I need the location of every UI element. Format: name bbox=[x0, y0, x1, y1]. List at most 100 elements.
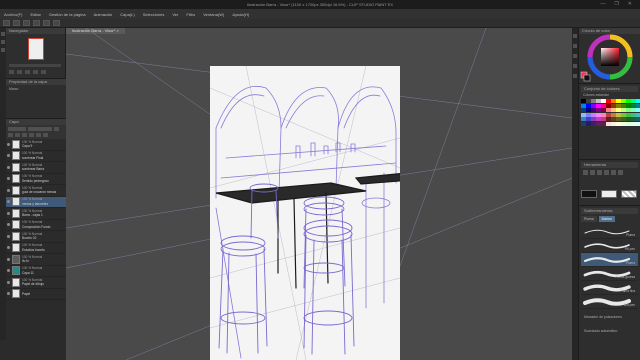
color-swatch[interactable] bbox=[581, 99, 586, 103]
color-swatch[interactable] bbox=[606, 99, 611, 103]
color-swatch[interactable] bbox=[611, 121, 616, 126]
layer-row[interactable]: 100 % Normal Estudios boceto bbox=[6, 243, 66, 254]
color-swatch[interactable] bbox=[596, 108, 601, 112]
color-swatch[interactable] bbox=[616, 99, 621, 103]
color-swatch[interactable] bbox=[601, 117, 606, 121]
maximize-button[interactable]: ❐ bbox=[614, 1, 618, 7]
color-swatch[interactable] bbox=[581, 103, 586, 108]
color-set-panel-icon[interactable] bbox=[573, 44, 577, 48]
color-swatch[interactable] bbox=[626, 99, 631, 103]
color-swatch[interactable] bbox=[621, 103, 626, 108]
zoom-slider[interactable] bbox=[9, 64, 61, 67]
color-swatch[interactable] bbox=[636, 103, 640, 108]
mask-icon[interactable] bbox=[22, 133, 27, 137]
layer-row[interactable]: 100 % Normal sombrear Final bbox=[6, 151, 66, 162]
canvas-area[interactable]: Ilustración Barra - Visor* × bbox=[66, 28, 572, 360]
color-swatch[interactable] bbox=[621, 108, 626, 112]
eye-icon[interactable] bbox=[7, 177, 10, 181]
color-set-name[interactable]: Colores estándar bbox=[581, 93, 638, 97]
open-file-icon[interactable] bbox=[13, 20, 20, 26]
tab-marker[interactable]: Marker bbox=[598, 216, 616, 222]
color-swatch[interactable] bbox=[631, 121, 636, 126]
color-swatch[interactable] bbox=[611, 112, 616, 117]
layer-row[interactable]: 100 % Normal Capa 9 bbox=[6, 139, 66, 151]
brush-item[interactable]: Pluma gruesa bbox=[581, 267, 638, 281]
menu-page-management[interactable]: Gestión de la página bbox=[49, 12, 86, 17]
eye-icon[interactable] bbox=[7, 234, 10, 238]
canvas-drawing[interactable] bbox=[66, 28, 572, 360]
blend-mode-select[interactable] bbox=[8, 127, 26, 131]
color-swatch[interactable] bbox=[591, 112, 596, 117]
pen-tool-icon[interactable] bbox=[583, 170, 588, 175]
color-wheel-panel-icon[interactable] bbox=[573, 34, 577, 38]
color-swatch[interactable] bbox=[606, 103, 611, 108]
color-swatch[interactable] bbox=[596, 103, 601, 108]
eye-icon[interactable] bbox=[7, 154, 10, 158]
color-swatch[interactable] bbox=[581, 108, 586, 112]
layer-row[interactable]: 100 % Normal sombrear Barra bbox=[6, 162, 66, 174]
layer-row[interactable]: 100 % Normal guía de cruzaron mesas bbox=[6, 185, 66, 197]
color-swatch[interactable] bbox=[621, 112, 626, 117]
fit-icon[interactable] bbox=[25, 70, 30, 74]
layer-row[interactable]: 100 % Normal mesas y taburetes bbox=[6, 196, 66, 208]
menu-help[interactable]: Ayuda(H) bbox=[232, 12, 249, 17]
undo-icon[interactable] bbox=[33, 20, 40, 26]
color-swatch[interactable] bbox=[611, 103, 616, 108]
color-swatch[interactable] bbox=[611, 117, 616, 121]
eye-icon[interactable] bbox=[7, 223, 10, 227]
color-wheel[interactable] bbox=[579, 34, 640, 84]
main-color-chip[interactable] bbox=[581, 190, 597, 198]
clip-icon[interactable] bbox=[8, 133, 13, 137]
color-swatch[interactable] bbox=[586, 121, 591, 126]
zoom-in-icon[interactable] bbox=[9, 70, 14, 74]
layer-row[interactable]: 100 % Normal Composición Fondo bbox=[6, 220, 66, 231]
brush-item[interactable]: Pluma bbox=[581, 225, 638, 239]
eye-icon[interactable] bbox=[7, 142, 10, 146]
color-swatch[interactable] bbox=[591, 103, 596, 108]
color-swatch[interactable] bbox=[626, 121, 631, 126]
color-swatch[interactable] bbox=[621, 99, 626, 103]
color-swatch[interactable] bbox=[626, 108, 631, 112]
color-swatch[interactable] bbox=[606, 108, 611, 112]
color-swatch[interactable] bbox=[616, 121, 621, 126]
color-swatch[interactable] bbox=[606, 121, 611, 126]
close-button[interactable]: ✕ bbox=[628, 1, 632, 7]
color-swatch[interactable] bbox=[606, 117, 611, 121]
menu-layer[interactable]: Capa(L) bbox=[120, 12, 134, 17]
layer-row[interactable]: Papel bbox=[6, 289, 66, 300]
color-swatch[interactable] bbox=[586, 99, 591, 103]
eye-icon[interactable] bbox=[7, 246, 10, 250]
pencil-tool-icon[interactable] bbox=[590, 170, 595, 175]
tool-property-panel-icon[interactable] bbox=[573, 74, 577, 78]
brush-item[interactable]: Pluma fina bbox=[581, 281, 638, 295]
brush-item[interactable]: Fill pen bbox=[581, 239, 638, 253]
color-swatch[interactable] bbox=[601, 112, 606, 117]
layer-row[interactable]: 100 % Normal Ilu fo bbox=[6, 254, 66, 266]
brush-item[interactable]: Dot pen bbox=[581, 295, 638, 309]
color-swatch[interactable] bbox=[611, 99, 616, 103]
color-swatch[interactable] bbox=[596, 117, 601, 121]
eraser-tool-icon[interactable] bbox=[604, 170, 609, 175]
color-swatch[interactable] bbox=[631, 99, 636, 103]
color-swatch[interactable] bbox=[626, 117, 631, 121]
menu-edit[interactable]: Editar bbox=[30, 12, 40, 17]
flip-icon[interactable] bbox=[41, 70, 46, 74]
redo-icon[interactable] bbox=[43, 20, 50, 26]
eye-icon[interactable] bbox=[7, 188, 10, 192]
color-swatch[interactable] bbox=[631, 108, 636, 112]
color-swatch[interactable] bbox=[626, 112, 631, 117]
color-swatch[interactable] bbox=[586, 117, 591, 121]
minimize-button[interactable]: — bbox=[600, 1, 605, 7]
color-swatch[interactable] bbox=[586, 108, 591, 112]
color-swatch[interactable] bbox=[591, 99, 596, 103]
color-swatch[interactable] bbox=[601, 108, 606, 112]
layer-row[interactable]: 100 % Normal Papel de dibujo bbox=[6, 277, 66, 289]
color-swatch[interactable] bbox=[606, 112, 611, 117]
delete-layer-icon[interactable] bbox=[43, 133, 48, 137]
color-swatch[interactable] bbox=[616, 108, 621, 112]
color-swatch[interactable] bbox=[581, 112, 586, 117]
menu-selection[interactable]: Selecciones bbox=[143, 12, 165, 17]
navigator-panel-icon[interactable] bbox=[1, 32, 5, 36]
new-folder-icon[interactable] bbox=[36, 133, 41, 137]
color-swatch[interactable] bbox=[596, 112, 601, 117]
